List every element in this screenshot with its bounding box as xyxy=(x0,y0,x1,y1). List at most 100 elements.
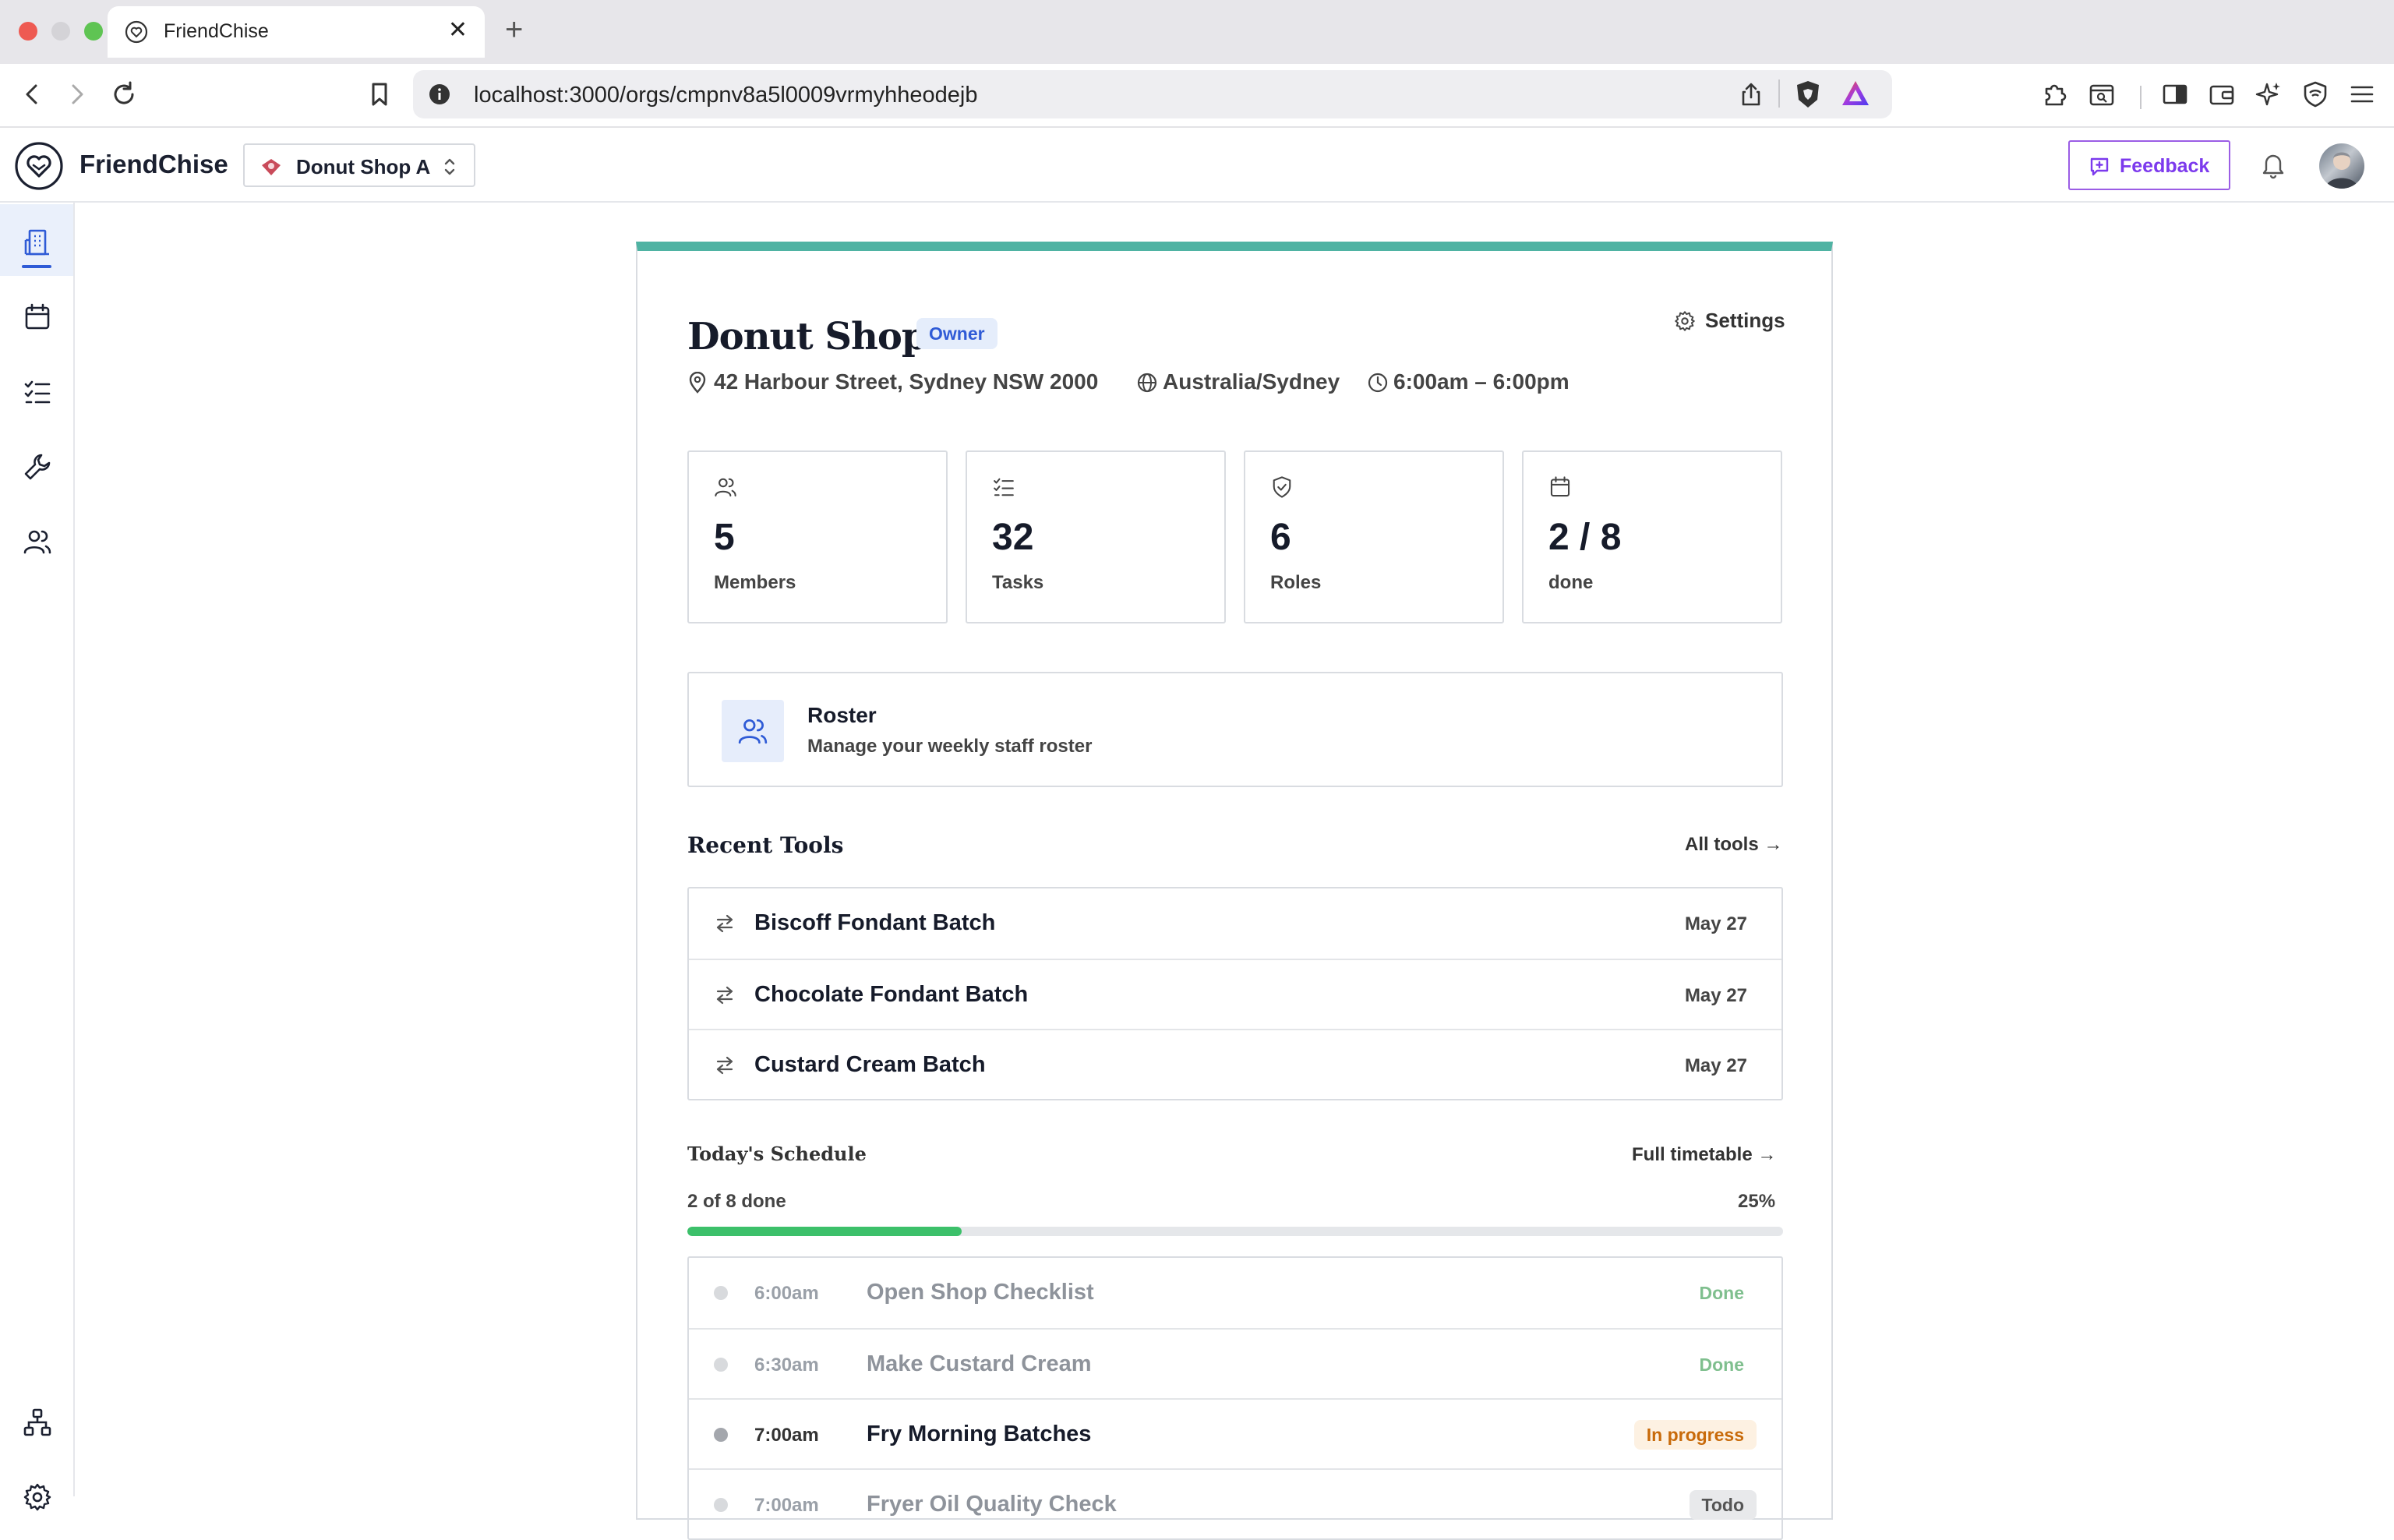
tool-date: May 27 xyxy=(1684,985,1747,1006)
checklist-icon xyxy=(24,380,51,404)
new-tab-button[interactable]: + xyxy=(505,12,523,47)
tool-name: Chocolate Fondant Batch xyxy=(754,982,1029,1007)
status-badge: Done xyxy=(1686,1350,1757,1379)
gear-icon xyxy=(23,1483,51,1511)
all-tools-link[interactable]: All tools → xyxy=(1685,834,1782,856)
status-badge: In progress xyxy=(1633,1420,1757,1450)
address-text: 42 Harbour Street, Sydney NSW 2000 xyxy=(714,369,1099,394)
stat-value: 5 xyxy=(714,517,735,558)
sidebar-item-settings[interactable] xyxy=(0,1459,73,1531)
status-dot xyxy=(714,1286,728,1300)
wallet-icon[interactable] xyxy=(2207,79,2237,109)
brave-shield-icon[interactable] xyxy=(1794,79,1822,109)
reader-mode-icon[interactable] xyxy=(2087,79,2117,109)
vpn-shield-icon[interactable] xyxy=(2300,79,2330,109)
full-timetable-link[interactable]: Full timetable → xyxy=(1632,1144,1776,1166)
schedule-row[interactable]: 7:00am Fryer Oil Quality Check Todo xyxy=(689,1468,1781,1538)
tool-row[interactable]: Custard Cream Batch May 27 xyxy=(689,1029,1781,1099)
stat-members[interactable]: 5 Members xyxy=(687,450,948,623)
share-icon[interactable] xyxy=(1738,81,1764,108)
browser-tab-bar: FriendChise ✕ + xyxy=(0,0,2394,64)
clock-icon xyxy=(1367,372,1389,394)
window-maximize-button[interactable] xyxy=(84,22,103,41)
stat-tasks[interactable]: 32 Tasks xyxy=(966,450,1226,623)
stat-value: 32 xyxy=(992,517,1034,558)
stat-label: Tasks xyxy=(992,572,1044,593)
schedule-time: 6:30am xyxy=(754,1355,819,1376)
sidebar-item-tasks[interactable] xyxy=(0,354,73,426)
swap-arrows-icon xyxy=(714,913,736,934)
address-bar[interactable]: localhost:3000/orgs/cmpnv8a5l0009vrmyhhe… xyxy=(413,70,1892,118)
schedule-title: Today's Schedule xyxy=(687,1143,867,1165)
menu-icon[interactable] xyxy=(2347,79,2377,109)
schedule-progress-bar xyxy=(687,1227,1783,1236)
schedule-list: 6:00am Open Shop Checklist Done 6:30am M… xyxy=(687,1256,1783,1540)
stat-label: done xyxy=(1548,572,1594,593)
sidebar-item-org-chart[interactable] xyxy=(0,1384,73,1456)
window-close-button[interactable] xyxy=(19,22,37,41)
extensions-icon[interactable] xyxy=(2040,79,2070,109)
roster-subtitle: Manage your weekly staff roster xyxy=(807,736,1093,757)
schedule-row[interactable]: 6:30am Make Custard Cream Done xyxy=(689,1328,1781,1398)
calendar-icon xyxy=(1548,475,1572,499)
sidebar-item-members[interactable] xyxy=(0,503,73,575)
tab-close-icon[interactable]: ✕ xyxy=(448,19,468,42)
tool-row[interactable]: Biscoff Fondant Batch May 27 xyxy=(689,888,1781,959)
schedule-task-name: Make Custard Cream xyxy=(867,1351,1092,1376)
status-dot xyxy=(714,1498,728,1512)
roster-title: Roster xyxy=(807,703,877,727)
wrench-icon xyxy=(24,454,51,480)
feedback-button[interactable]: Feedback xyxy=(2068,140,2230,190)
site-info-icon[interactable] xyxy=(429,83,450,105)
schedule-row[interactable]: 7:00am Fry Morning Batches In progress xyxy=(689,1398,1781,1468)
browser-tab[interactable]: FriendChise ✕ xyxy=(108,6,485,58)
schedule-progress-fill xyxy=(687,1227,962,1236)
sidebar-toggle-icon[interactable] xyxy=(2160,79,2190,109)
schedule-task-name: Open Shop Checklist xyxy=(867,1280,1094,1305)
brand-name[interactable]: FriendChise xyxy=(79,150,228,179)
schedule-time: 6:00am xyxy=(754,1283,819,1304)
tool-row[interactable]: Chocolate Fondant Batch May 27 xyxy=(689,959,1781,1029)
user-avatar[interactable] xyxy=(2319,143,2364,189)
calendar-icon xyxy=(25,303,50,330)
status-dot xyxy=(714,1428,728,1442)
role-badge: Owner xyxy=(916,318,998,349)
sidebar-item-dashboard[interactable] xyxy=(0,204,73,276)
schedule-time: 7:00am xyxy=(754,1495,819,1516)
shop-overview-card: Donut Shop A Owner Settings 42 Harbour S… xyxy=(636,242,1833,1540)
roster-card[interactable]: Roster Manage your weekly staff roster xyxy=(687,672,1783,787)
schedule-row[interactable]: 6:00am Open Shop Checklist Done xyxy=(689,1258,1781,1328)
bell-icon[interactable] xyxy=(2260,151,2286,179)
hours-text: 6:00am – 6:00pm xyxy=(1393,369,1570,394)
settings-label: Settings xyxy=(1705,309,1785,332)
stat-label: Members xyxy=(714,572,796,593)
recent-tools-list: Biscoff Fondant Batch May 27 Chocolate F… xyxy=(687,887,1783,1100)
schedule-task-name: Fryer Oil Quality Check xyxy=(867,1492,1117,1517)
shield-check-icon xyxy=(1270,475,1294,499)
tool-date: May 27 xyxy=(1684,913,1747,934)
users-icon xyxy=(23,530,51,554)
users-icon xyxy=(738,719,768,744)
tab-title: FriendChise xyxy=(164,20,269,42)
window-minimize-button[interactable] xyxy=(51,22,70,41)
sidebar-item-tools[interactable] xyxy=(0,429,73,500)
users-icon xyxy=(714,475,737,499)
gear-icon xyxy=(1674,310,1696,332)
stat-schedule-done[interactable]: 2 / 8 done xyxy=(1522,450,1782,623)
forward-icon[interactable] xyxy=(62,79,92,109)
org-switcher[interactable]: Donut Shop A xyxy=(243,143,475,187)
leo-ai-icon[interactable] xyxy=(2254,79,2283,109)
sidebar-item-calendar[interactable] xyxy=(0,279,73,351)
tool-name: Biscoff Fondant Batch xyxy=(754,910,996,935)
stat-roles[interactable]: 6 Roles xyxy=(1244,450,1504,623)
sidebar xyxy=(0,203,75,1511)
back-icon[interactable] xyxy=(17,79,47,109)
tool-date: May 27 xyxy=(1684,1055,1747,1076)
donut-shop-logo-icon xyxy=(260,156,282,178)
friendchise-logo-icon[interactable] xyxy=(14,141,64,191)
bookmark-icon[interactable] xyxy=(365,79,394,109)
brave-rewards-icon[interactable] xyxy=(1841,79,1870,108)
friendchise-favicon-icon xyxy=(125,20,148,44)
schedule-time: 7:00am xyxy=(754,1425,819,1446)
reload-icon[interactable] xyxy=(109,79,139,109)
